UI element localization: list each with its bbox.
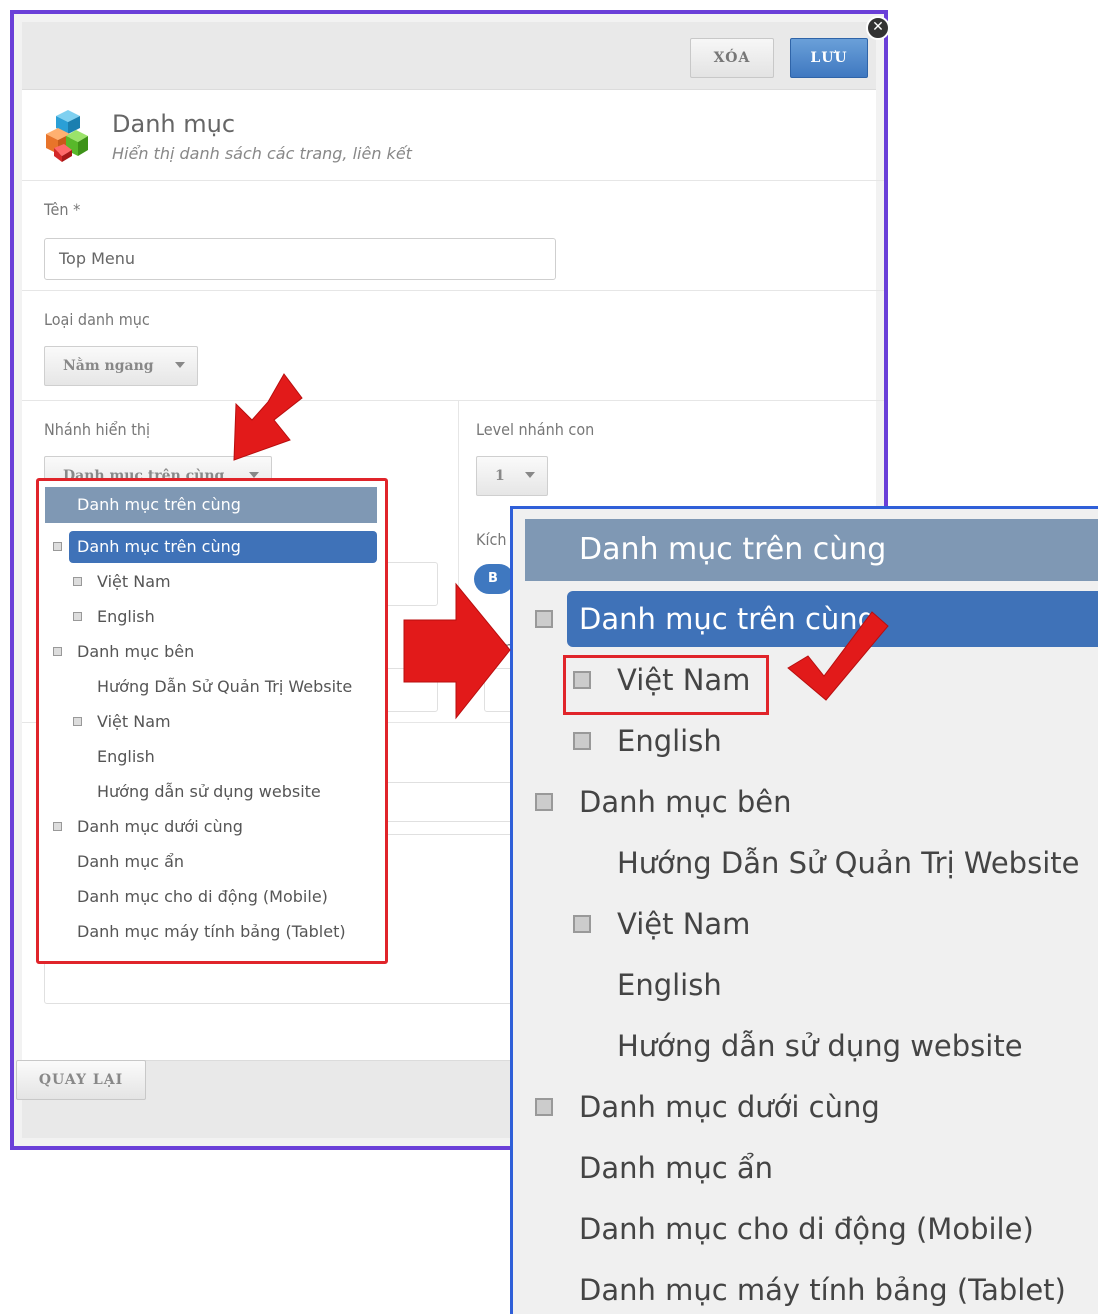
close-icon[interactable]: ✕ bbox=[866, 16, 890, 40]
dropdown-item[interactable]: Hướng dẫn sử dụng website bbox=[97, 776, 321, 808]
chevron-down-icon bbox=[175, 362, 185, 368]
name-label: Tên * bbox=[44, 200, 81, 219]
back-button[interactable]: QUAY LẠI bbox=[16, 1060, 146, 1100]
dropdown-item[interactable]: Việt Nam bbox=[97, 706, 171, 738]
dropdown-item[interactable]: English bbox=[97, 601, 155, 633]
zoomed-dropdown-item[interactable]: Danh mục máy tính bảng (Tablet) bbox=[579, 1262, 1066, 1314]
divider bbox=[22, 290, 884, 291]
branch-dropdown-list: Danh mục trên cùng Danh mục trên cùng Việ… bbox=[36, 478, 388, 964]
collapse-square-icon[interactable] bbox=[535, 1098, 553, 1116]
size-label: Kích bbox=[476, 530, 507, 549]
zoomed-dropdown-item[interactable]: Danh mục bên bbox=[579, 774, 792, 830]
chevron-down-icon bbox=[525, 472, 535, 478]
save-button[interactable]: LƯU bbox=[790, 38, 868, 78]
menu-type-select[interactable]: Nằm ngang bbox=[44, 346, 198, 386]
dropdown-item[interactable]: Việt Nam bbox=[97, 566, 171, 598]
collapse-square-icon[interactable] bbox=[73, 577, 82, 586]
dropdown-item[interactable]: Danh mục ẩn bbox=[77, 846, 184, 878]
dropdown-item[interactable]: Danh mục dưới cùng bbox=[77, 811, 243, 843]
child-level-select[interactable]: 1 bbox=[476, 456, 548, 496]
child-level-value: 1 bbox=[495, 468, 505, 484]
dialog-title: Danh mục bbox=[112, 110, 236, 138]
menu-type-value: Nằm ngang bbox=[63, 358, 154, 374]
collapse-square-icon[interactable] bbox=[573, 915, 591, 933]
zoomed-dropdown-header[interactable]: Danh mục trên cùng bbox=[525, 519, 1098, 581]
zoomed-dropdown-item[interactable]: English bbox=[617, 713, 722, 769]
zoomed-dropdown-item[interactable]: Danh mục cho di động (Mobile) bbox=[579, 1201, 1034, 1257]
zoomed-dropdown-item[interactable]: English bbox=[617, 957, 722, 1013]
dropdown-item[interactable]: Danh mục cho di động (Mobile) bbox=[77, 881, 328, 913]
dropdown-item[interactable]: Danh mục bên bbox=[77, 636, 194, 668]
zoomed-dropdown-item[interactable]: Việt Nam bbox=[617, 896, 750, 952]
toggle-pill[interactable]: B bbox=[474, 564, 514, 594]
zoomed-dropdown-item[interactable]: Danh mục ẩn bbox=[579, 1140, 773, 1196]
divider bbox=[22, 180, 884, 181]
collapse-square-icon[interactable] bbox=[535, 793, 553, 811]
collapse-square-icon[interactable] bbox=[53, 647, 62, 656]
dialog-subtitle: Hiển thị danh sách các trang, liên kết bbox=[112, 144, 412, 163]
dialog-toolbar: XÓA LƯU bbox=[22, 22, 876, 90]
child-level-label: Level nhánh con bbox=[476, 420, 595, 439]
highlight-box bbox=[563, 655, 769, 715]
menu-type-label: Loại danh mục bbox=[44, 310, 150, 329]
collapse-square-icon[interactable] bbox=[53, 822, 62, 831]
name-input[interactable]: Top Menu bbox=[44, 238, 556, 280]
collapse-square-icon[interactable] bbox=[573, 732, 591, 750]
zoomed-dropdown-item[interactable]: Danh mục trên cùng bbox=[567, 591, 1098, 647]
collapse-square-icon[interactable] bbox=[73, 612, 82, 621]
zoomed-dropdown-item[interactable]: Danh mục dưới cùng bbox=[579, 1079, 880, 1135]
zoomed-dropdown-item[interactable]: Hướng dẫn sử dụng website bbox=[617, 1018, 1023, 1074]
branch-label: Nhánh hiển thị bbox=[44, 420, 150, 439]
zoomed-dropdown-item[interactable]: Hướng Dẫn Sử Quản Trị Website bbox=[617, 835, 1079, 891]
dropdown-item[interactable]: English bbox=[97, 741, 155, 773]
dropdown-item[interactable]: Danh mục máy tính bảng (Tablet) bbox=[77, 916, 346, 948]
delete-button[interactable]: XÓA bbox=[690, 38, 774, 78]
collapse-square-icon[interactable] bbox=[535, 610, 553, 628]
dropdown-header[interactable]: Danh mục trên cùng bbox=[45, 487, 377, 523]
zoomed-dropdown-list: Danh mục trên cùng Danh mục trên cùng Việ… bbox=[510, 506, 1098, 1314]
collapse-square-icon[interactable] bbox=[73, 717, 82, 726]
dropdown-item[interactable]: Hướng Dẫn Sử Quản Trị Website bbox=[97, 671, 352, 703]
divider bbox=[22, 400, 884, 401]
collapse-square-icon[interactable] bbox=[53, 542, 62, 551]
dropdown-item[interactable]: Danh mục trên cùng bbox=[69, 531, 377, 563]
cubes-icon bbox=[46, 110, 88, 162]
column-divider bbox=[458, 400, 459, 700]
